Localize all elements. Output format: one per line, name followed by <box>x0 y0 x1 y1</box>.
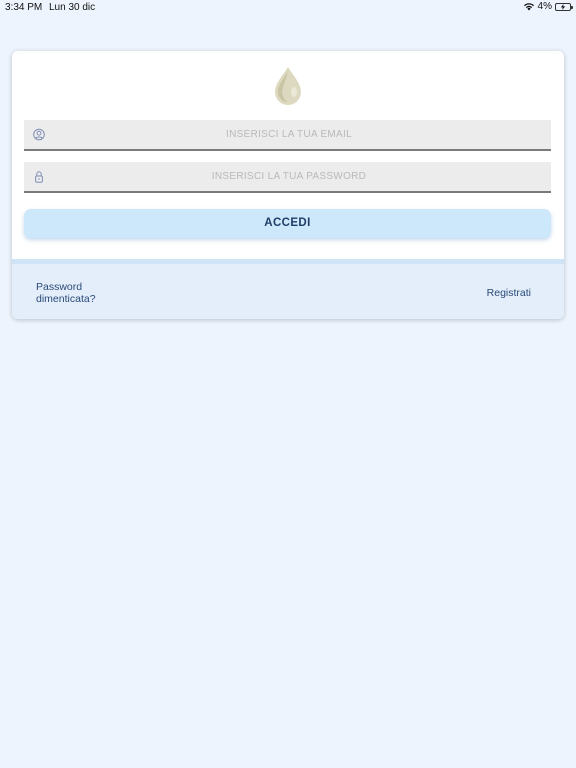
battery-charging-icon <box>555 2 573 11</box>
status-date: Lun 30 dic <box>49 2 96 13</box>
register-link[interactable]: Registrati <box>487 287 531 299</box>
status-bar: 3:34 PM Lun 30 dic 4% <box>0 0 576 16</box>
password-field[interactable] <box>24 162 551 193</box>
lock-icon <box>33 170 45 183</box>
password-input[interactable] <box>54 162 524 191</box>
login-footer: Password dimenticata? Registrati <box>12 259 564 319</box>
user-icon <box>33 128 45 141</box>
login-card: ACCEDI Password dimenticata? Registrati <box>12 51 564 319</box>
login-button[interactable]: ACCEDI <box>24 209 551 238</box>
battery-percentage: 4% <box>537 1 552 12</box>
email-input[interactable] <box>54 120 524 149</box>
status-time: 3:34 PM <box>5 2 43 13</box>
water-drop-icon <box>273 65 303 107</box>
wifi-icon <box>523 2 535 11</box>
forgot-password-link[interactable]: Password dimenticata? <box>36 281 126 305</box>
status-indicators: 4% <box>523 1 573 12</box>
email-field[interactable] <box>24 120 551 151</box>
